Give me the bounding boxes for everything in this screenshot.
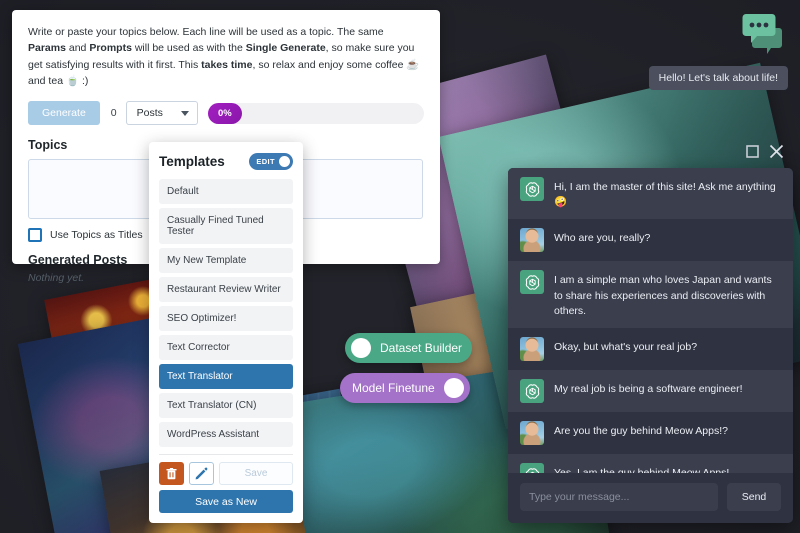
template-list-item[interactable]: My New Template xyxy=(159,248,293,273)
chat-message-text: Hi, I am the master of this site! Ask me… xyxy=(554,181,776,209)
chat-window-controls xyxy=(746,144,784,164)
delete-template-button[interactable] xyxy=(159,462,184,485)
templates-list: Default Casually Fined Tuned Tester My New… xyxy=(159,179,293,447)
instructions-part: Write or paste your topics below. Each l… xyxy=(28,26,384,38)
save-as-new-template-button[interactable]: Save as New xyxy=(159,490,293,513)
instructions-bold-prompts: Prompts xyxy=(89,42,132,55)
chat-message-user: Who are you, really? xyxy=(508,219,793,262)
chat-message-text: Are you the guy behind Meow Apps!? xyxy=(554,425,728,438)
openai-logo-icon xyxy=(525,383,539,399)
template-list-item[interactable]: WordPress Assistant xyxy=(159,422,293,447)
chat-message-assistant: I am a simple man who loves Japan and wa… xyxy=(508,261,793,329)
edit-mode-toggle-label: EDIT xyxy=(256,157,275,166)
generation-progress-bar: 0% xyxy=(207,102,424,124)
chat-message-user: Okay, but what's your real job? xyxy=(508,328,793,371)
post-type-value: Posts xyxy=(136,107,163,120)
edit-template-button[interactable] xyxy=(189,462,214,485)
instructions-bold-params: Params xyxy=(28,42,66,55)
chat-message-text: Who are you, really? xyxy=(554,232,651,245)
generate-count-value: 0 xyxy=(110,107,117,120)
user-photo-avatar xyxy=(520,337,544,362)
chat-greeting-bubble[interactable]: Hello! Let's talk about life! xyxy=(648,66,788,90)
progress-percent-badge: 0% xyxy=(207,102,242,124)
instructions-bold-single-generate: Single Generate xyxy=(245,42,326,55)
toggle-knob xyxy=(279,156,290,167)
chat-panel: Hi, I am the master of this site! Ask me… xyxy=(508,168,793,523)
chat-message-text: Okay, but what's your real job? xyxy=(554,341,698,354)
toggle-knob xyxy=(351,338,371,358)
chat-message-list: Hi, I am the master of this site! Ask me… xyxy=(508,168,793,473)
trash-icon xyxy=(166,467,177,479)
user-photo-avatar xyxy=(520,421,544,446)
model-finetune-toggle[interactable]: Model Finetune xyxy=(340,373,470,403)
template-list-item[interactable]: Default xyxy=(159,179,293,204)
templates-title: Templates xyxy=(159,154,225,169)
chat-message-assistant: Hi, I am the master of this site! Ask me… xyxy=(508,168,793,220)
generate-controls-row: Generate 0 Posts 0% xyxy=(28,101,424,126)
template-list-item[interactable]: Text Corrector xyxy=(159,335,293,360)
chat-message-text: My real job is being a software engineer… xyxy=(554,383,743,396)
use-topics-as-titles-label: Use Topics as Titles xyxy=(50,229,143,242)
divider xyxy=(159,454,293,455)
template-list-item[interactable]: Text Translator xyxy=(159,364,293,389)
instructions-text: Write or paste your topics below. Each l… xyxy=(28,24,424,89)
edit-mode-toggle[interactable]: EDIT xyxy=(249,153,293,170)
instructions-bold-takes-time: takes time xyxy=(201,58,253,71)
chat-message-assistant: Yes, I am the guy behind Meow Apps! xyxy=(508,454,793,473)
model-finetune-label: Model Finetune xyxy=(352,381,435,395)
openai-logo-icon xyxy=(520,463,544,473)
chat-message-assistant: My real job is being a software engineer… xyxy=(508,370,793,413)
dataset-builder-toggle[interactable]: Dataset Builder xyxy=(345,333,473,363)
maximize-icon[interactable] xyxy=(746,145,759,163)
post-type-select[interactable]: Posts xyxy=(125,101,198,126)
template-list-item[interactable]: SEO Optimizer! xyxy=(159,306,293,331)
templates-header: Templates EDIT xyxy=(159,153,293,170)
toggle-knob xyxy=(443,378,464,398)
openai-logo-icon xyxy=(525,181,539,197)
chat-send-button[interactable]: Send xyxy=(727,483,781,511)
generate-button[interactable]: Generate xyxy=(28,101,100,126)
chat-bubble-icon[interactable] xyxy=(738,8,784,54)
instructions-part: and xyxy=(65,42,90,55)
use-topics-as-titles-checkbox[interactable] xyxy=(28,228,42,243)
chat-input-row: Send xyxy=(508,473,793,523)
chevron-down-icon xyxy=(180,110,189,116)
openai-logo-icon xyxy=(520,177,544,201)
user-photo-avatar xyxy=(520,228,544,253)
dataset-builder-label: Dataset Builder xyxy=(380,341,463,355)
openai-logo-icon xyxy=(520,270,544,295)
save-template-button[interactable]: Save xyxy=(219,462,293,485)
openai-logo-icon xyxy=(520,379,544,404)
instructions-part: will be used as with the xyxy=(131,42,246,55)
template-list-item[interactable]: Text Translator (CN) xyxy=(159,393,293,418)
chat-message-user: Are you the guy behind Meow Apps!? xyxy=(508,412,793,455)
chat-message-text: I am a simple man who loves Japan and wa… xyxy=(554,274,772,317)
pencil-icon xyxy=(195,467,208,480)
template-list-item[interactable]: Casually Fined Tuned Tester xyxy=(159,208,293,244)
template-list-item[interactable]: Restaurant Review Writer xyxy=(159,277,293,302)
openai-logo-icon xyxy=(525,275,539,290)
template-actions-row: Save xyxy=(159,462,293,485)
templates-popover: Templates EDIT Default Casually Fined Tun… xyxy=(149,142,303,523)
chat-message-input[interactable] xyxy=(520,483,718,511)
close-icon[interactable] xyxy=(769,144,784,164)
chat-message-text: Yes, I am the guy behind Meow Apps! xyxy=(554,463,729,473)
